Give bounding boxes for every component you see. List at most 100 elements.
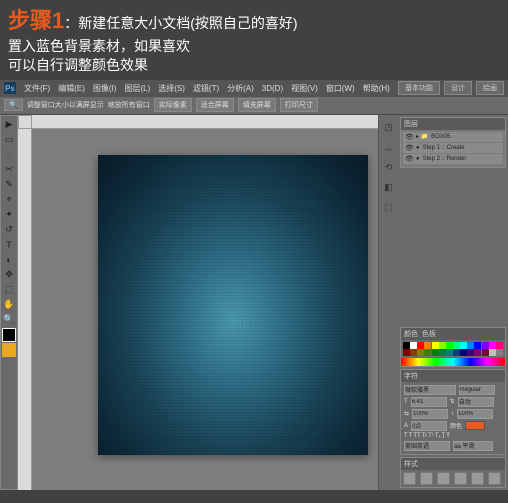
- swatch[interactable]: [496, 349, 503, 356]
- swatch[interactable]: [496, 342, 503, 349]
- tool-eyedropper[interactable]: ⌖: [2, 193, 16, 207]
- char-tab[interactable]: 字符: [404, 371, 418, 381]
- style-swatch[interactable]: [420, 472, 433, 485]
- menu-analysis[interactable]: 分析(A): [227, 83, 254, 94]
- swatch[interactable]: [482, 342, 489, 349]
- swatch[interactable]: [460, 342, 467, 349]
- swatch[interactable]: [467, 342, 474, 349]
- swatch[interactable]: [403, 342, 410, 349]
- dock-icon-1[interactable]: ◳: [382, 121, 396, 135]
- tool-zoom[interactable]: 🔍: [2, 313, 16, 327]
- tool-heal[interactable]: ✦: [2, 208, 16, 222]
- menu-image[interactable]: 图像(I): [93, 83, 117, 94]
- workspace-paint[interactable]: 绘画: [476, 81, 504, 95]
- workspace-basic[interactable]: 基本功能: [398, 81, 440, 95]
- swatch[interactable]: [439, 349, 446, 356]
- dock-icon-2[interactable]: ↔: [382, 141, 396, 155]
- menu-edit[interactable]: 编辑(E): [58, 83, 85, 94]
- style-swatch[interactable]: [454, 472, 467, 485]
- dock-icon-4[interactable]: ◧: [382, 181, 396, 195]
- swatch[interactable]: [474, 342, 481, 349]
- dock-icon-5[interactable]: ⬚: [382, 201, 396, 215]
- swatch[interactable]: [474, 349, 481, 356]
- tool-lasso[interactable]: ◌: [2, 148, 16, 162]
- menu-window[interactable]: 窗口(W): [326, 83, 355, 94]
- tool-gradient[interactable]: ◐: [2, 253, 16, 267]
- opt-print[interactable]: 打印尺寸: [280, 98, 318, 112]
- style-swatch[interactable]: [437, 472, 450, 485]
- aa-select[interactable]: [453, 441, 493, 451]
- style-swatch[interactable]: [403, 472, 416, 485]
- style-sup[interactable]: T¹: [428, 433, 434, 439]
- layers-tab[interactable]: 图层: [404, 119, 418, 129]
- swatch[interactable]: [453, 342, 460, 349]
- tracking-input[interactable]: [412, 409, 448, 419]
- swatch[interactable]: [489, 349, 496, 356]
- swatch[interactable]: [446, 342, 453, 349]
- layer-row-2[interactable]: 👁 ● Step 2 :: Render: [403, 154, 503, 164]
- swatch[interactable]: [410, 342, 417, 349]
- opt-fit[interactable]: 适合屏幕: [196, 98, 234, 112]
- visibility-icon[interactable]: 👁: [405, 144, 413, 152]
- tool-hand[interactable]: ✋: [2, 298, 16, 312]
- styles-tab[interactable]: 样式: [404, 459, 418, 469]
- swatch[interactable]: [453, 349, 460, 356]
- swatch[interactable]: [467, 349, 474, 356]
- document-canvas[interactable]: [98, 155, 368, 455]
- swatch[interactable]: [403, 349, 410, 356]
- menu-filter[interactable]: 滤镜(T): [193, 83, 219, 94]
- style-swatch[interactable]: [488, 472, 501, 485]
- layer-row-1[interactable]: 👁 ● Step 1 :: Create: [403, 143, 503, 153]
- visibility-icon[interactable]: 👁: [405, 133, 413, 141]
- ruler-vertical[interactable]: [18, 129, 32, 490]
- style-under[interactable]: Ṯ: [442, 433, 446, 439]
- swatches-tab[interactable]: 色板: [422, 329, 436, 339]
- text-color-swatch[interactable]: [465, 421, 485, 430]
- menu-3d[interactable]: 3D(D): [262, 84, 283, 93]
- color-ramp[interactable]: [401, 358, 505, 366]
- swatch[interactable]: [417, 349, 424, 356]
- layer-group[interactable]: 👁 ▸ 📁 BOX05: [403, 132, 503, 142]
- opt-resize[interactable]: 调整窗口大小以满屏显示: [27, 100, 104, 110]
- style-swatch[interactable]: [471, 472, 484, 485]
- menu-layer[interactable]: 图层(L): [124, 83, 150, 94]
- color-tab[interactable]: 颜色: [404, 329, 418, 339]
- tool-crop[interactable]: ✂: [2, 163, 16, 177]
- swatch[interactable]: [432, 342, 439, 349]
- swatch[interactable]: [439, 342, 446, 349]
- tool-pen[interactable]: ✥: [2, 268, 16, 282]
- tool-quickmask[interactable]: [2, 343, 16, 357]
- swatch[interactable]: [482, 349, 489, 356]
- leading-input[interactable]: [458, 397, 494, 407]
- tool-brush[interactable]: ✎: [2, 178, 16, 192]
- tool-clone[interactable]: ↺: [2, 223, 16, 237]
- style-strike[interactable]: Ŧ: [446, 433, 450, 439]
- ruler-horizontal[interactable]: [32, 115, 378, 129]
- tool-type[interactable]: T: [2, 238, 16, 252]
- swatch[interactable]: [489, 342, 496, 349]
- style-sub[interactable]: T₁: [435, 433, 441, 439]
- opt-fill[interactable]: 填充屏幕: [238, 98, 276, 112]
- style-bold[interactable]: T: [404, 433, 408, 439]
- style-small[interactable]: Tr: [422, 433, 427, 439]
- font-style-select[interactable]: [459, 385, 495, 395]
- tool-move[interactable]: ▶: [2, 118, 16, 132]
- menu-help[interactable]: 帮助(H): [363, 83, 390, 94]
- swatch[interactable]: [424, 342, 431, 349]
- scale-input[interactable]: [457, 409, 493, 419]
- font-size-input[interactable]: [411, 397, 447, 407]
- style-caps[interactable]: TT: [413, 433, 420, 439]
- swatch[interactable]: [432, 349, 439, 356]
- swatch[interactable]: [446, 349, 453, 356]
- visibility-icon[interactable]: 👁: [405, 155, 413, 163]
- font-family-select[interactable]: [404, 385, 456, 395]
- baseline-input[interactable]: [411, 421, 447, 431]
- opt-zoomall[interactable]: 缩放所有窗口: [108, 100, 150, 110]
- swatch[interactable]: [410, 349, 417, 356]
- dock-icon-3[interactable]: ⟲: [382, 161, 396, 175]
- menu-select[interactable]: 选择(S): [158, 83, 185, 94]
- swatch[interactable]: [424, 349, 431, 356]
- tool-fgbg-swatch[interactable]: [2, 328, 16, 342]
- opt-zoom-icon[interactable]: 🔍: [4, 99, 23, 111]
- menu-view[interactable]: 视图(V): [291, 83, 318, 94]
